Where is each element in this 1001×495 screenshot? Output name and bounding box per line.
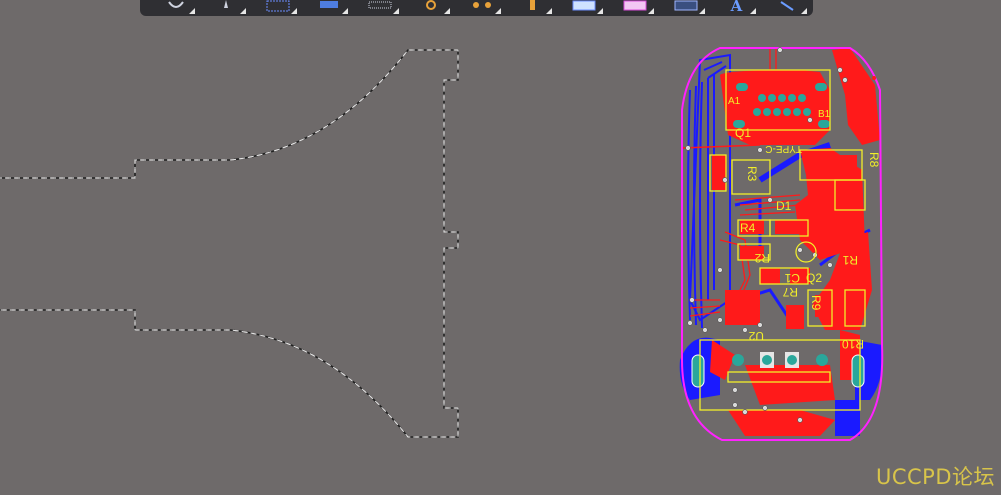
pcb-canvas[interactable]: A1 B1 Q1 TYPE-C R3 R8 D1 R4 R2 R1 C1 Q2 … bbox=[0, 0, 1001, 495]
label-r1: R1 bbox=[842, 253, 858, 267]
label-r8: R8 bbox=[867, 152, 881, 168]
label-r2: R2 bbox=[754, 251, 770, 265]
label-r4: R4 bbox=[740, 221, 756, 235]
label-c1: C1 bbox=[784, 271, 800, 285]
label-r10: R10 bbox=[842, 337, 864, 351]
mechanical-outline bbox=[0, 49, 459, 438]
label-r9: R9 bbox=[809, 295, 823, 311]
label-d1: D1 bbox=[776, 199, 792, 213]
pcb-board: A1 B1 Q1 TYPE-C R3 R8 D1 R4 R2 R1 C1 Q2 … bbox=[679, 47, 884, 441]
label-q2: Q2 bbox=[806, 271, 822, 285]
label-r7: R7 bbox=[782, 285, 798, 299]
label-r3: R3 bbox=[745, 166, 759, 182]
label-type-c: TYPE-C bbox=[765, 143, 802, 154]
label-b1: B1 bbox=[818, 109, 831, 120]
label-q1: Q1 bbox=[735, 126, 751, 140]
label-u2: U2 bbox=[748, 329, 764, 343]
label-a1: A1 bbox=[728, 96, 741, 107]
forum-watermark: UCCPD论坛 bbox=[875, 465, 995, 489]
